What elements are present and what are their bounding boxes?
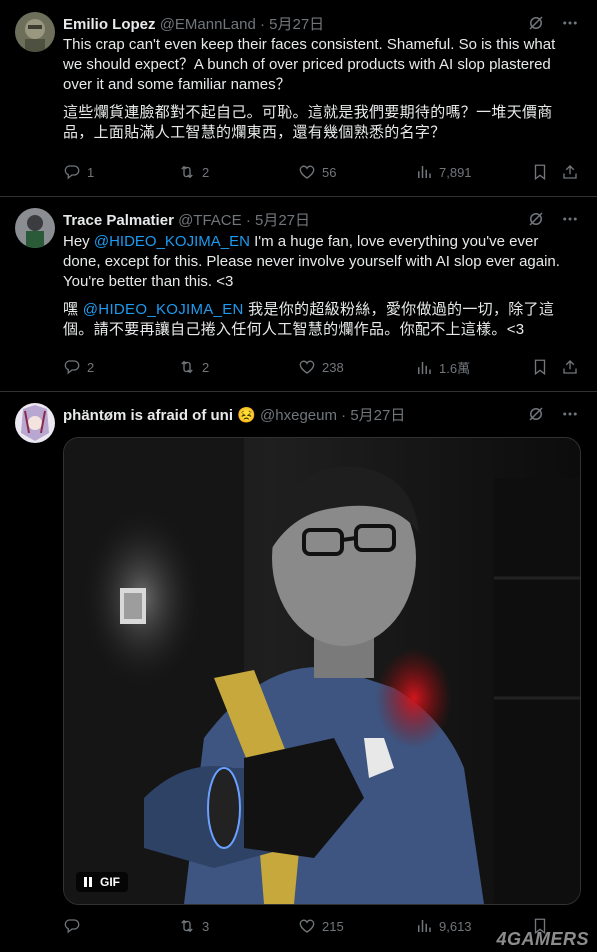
tweet-text-zh: 這些爛貨連臉都對不起自己。可恥。這就是我們要期待的嗎？一堆天價商品，上面貼滿人工… bbox=[63, 104, 553, 141]
reply-count: 1 bbox=[87, 164, 95, 180]
repost-icon bbox=[178, 917, 196, 935]
more-icon[interactable] bbox=[561, 405, 579, 423]
repost-button[interactable]: 3 bbox=[178, 917, 209, 935]
mention-link[interactable]: @HIDEO_KOJIMA_EN bbox=[94, 233, 250, 250]
reply-icon bbox=[63, 163, 81, 181]
reply-button[interactable]: 1 bbox=[63, 163, 94, 181]
header-actions bbox=[527, 210, 579, 228]
timestamp[interactable]: 5月27日 bbox=[269, 16, 324, 33]
tweet-text-en: This crap can't even keep their faces co… bbox=[63, 36, 556, 93]
repost-count: 2 bbox=[202, 359, 210, 375]
reply-icon bbox=[63, 917, 81, 935]
repost-button[interactable]: 2 bbox=[178, 163, 209, 181]
views-button[interactable]: 7,891 bbox=[415, 163, 472, 181]
emoji: 😣 bbox=[237, 407, 256, 424]
gif-frame bbox=[64, 438, 580, 904]
display-name[interactable]: phäntøm is afraid of uni bbox=[63, 407, 233, 424]
like-button[interactable]: 215 bbox=[298, 917, 344, 935]
reply-button[interactable] bbox=[63, 917, 87, 935]
repost-count: 2 bbox=[202, 164, 210, 180]
grok-icon[interactable] bbox=[527, 14, 545, 32]
display-name[interactable]: Trace Palmatier bbox=[63, 212, 174, 229]
grok-icon[interactable] bbox=[527, 210, 545, 228]
action-bar: 1 2 56 7,891 bbox=[63, 163, 583, 185]
more-icon[interactable] bbox=[561, 14, 579, 32]
repost-count: 3 bbox=[202, 918, 210, 934]
share-button[interactable] bbox=[561, 163, 579, 181]
share-icon bbox=[561, 163, 579, 181]
watermark: 4GAMERS bbox=[496, 929, 589, 949]
like-count: 215 bbox=[322, 918, 344, 934]
reply-button[interactable]: 2 bbox=[63, 358, 94, 376]
like-button[interactable]: 56 bbox=[298, 163, 336, 181]
more-icon[interactable] bbox=[561, 210, 579, 228]
tweet-2[interactable]: Trace Palmatier @TFACE · 5月27日 Hey @HIDE… bbox=[0, 196, 597, 392]
share-button[interactable] bbox=[561, 358, 579, 376]
pause-icon[interactable] bbox=[84, 877, 92, 887]
bookmark-button[interactable] bbox=[531, 358, 549, 376]
action-bar: 2 2 238 1.6萬 bbox=[63, 358, 583, 380]
gif-label: GIF bbox=[100, 875, 120, 889]
separator-dot: · bbox=[259, 16, 265, 33]
like-icon bbox=[298, 358, 316, 376]
reply-count: 2 bbox=[87, 359, 95, 375]
separator-dot: · bbox=[341, 407, 347, 424]
handle[interactable]: @EMannLand bbox=[160, 16, 256, 33]
like-count: 56 bbox=[322, 164, 337, 180]
header-actions bbox=[527, 405, 579, 423]
handle[interactable]: @TFACE bbox=[178, 212, 242, 229]
tweet-1[interactable]: Emilio Lopez @EMannLand · 5月27日 This cra… bbox=[0, 0, 597, 197]
repost-icon bbox=[178, 163, 196, 181]
timestamp[interactable]: 5月27日 bbox=[255, 212, 310, 229]
tweet-header: Trace Palmatier @TFACE · 5月27日 bbox=[63, 209, 310, 230]
tweet-text-en: Hey @HIDEO_KOJIMA_EN I'm a huge fan, lov… bbox=[63, 232, 575, 292]
tweet-text-zh: 嘿 @HIDEO_KOJIMA_EN 我是你的超級粉絲，愛你做過的一切，除了這個… bbox=[63, 300, 575, 340]
reply-icon bbox=[63, 358, 81, 376]
tweet-body: This crap can't even keep their faces co… bbox=[63, 35, 575, 143]
views-count: 9,613 bbox=[439, 918, 472, 934]
repost-icon bbox=[178, 358, 196, 376]
views-button[interactable]: 9,613 bbox=[415, 917, 472, 935]
views-icon bbox=[415, 917, 433, 935]
display-name[interactable]: Emilio Lopez bbox=[63, 16, 156, 33]
views-icon bbox=[415, 359, 433, 377]
text-segment: 嘿 bbox=[63, 301, 83, 318]
timestamp[interactable]: 5月27日 bbox=[350, 407, 405, 424]
views-count: 7,891 bbox=[439, 164, 472, 180]
separator-dot: · bbox=[245, 212, 251, 229]
avatar[interactable] bbox=[15, 403, 55, 443]
views-count: 1.6萬 bbox=[439, 361, 471, 376]
bookmark-icon bbox=[531, 358, 549, 376]
like-button[interactable]: 238 bbox=[298, 358, 344, 376]
share-icon bbox=[561, 358, 579, 376]
mention-link[interactable]: @HIDEO_KOJIMA_EN bbox=[83, 301, 244, 318]
views-icon bbox=[415, 163, 433, 181]
avatar[interactable] bbox=[15, 12, 55, 52]
tweet-header: Emilio Lopez @EMannLand · 5月27日 bbox=[63, 13, 324, 34]
like-icon bbox=[298, 917, 316, 935]
text-segment: Hey bbox=[63, 233, 94, 250]
views-button[interactable]: 1.6萬 bbox=[415, 358, 470, 377]
avatar[interactable] bbox=[15, 208, 55, 248]
bookmark-button[interactable] bbox=[531, 163, 549, 181]
handle[interactable]: @hxegeum bbox=[260, 407, 337, 424]
gif-badge[interactable]: GIF bbox=[76, 872, 128, 892]
grok-icon[interactable] bbox=[527, 405, 545, 423]
gif-media[interactable]: GIF bbox=[63, 437, 581, 905]
tweet-body: Hey @HIDEO_KOJIMA_EN I'm a huge fan, lov… bbox=[63, 232, 575, 340]
like-count: 238 bbox=[322, 359, 344, 375]
tweet-header: phäntøm is afraid of uni 😣 @hxegeum · 5月… bbox=[63, 404, 405, 425]
bookmark-icon bbox=[531, 163, 549, 181]
header-actions bbox=[527, 14, 579, 32]
like-icon bbox=[298, 163, 316, 181]
repost-button[interactable]: 2 bbox=[178, 358, 209, 376]
